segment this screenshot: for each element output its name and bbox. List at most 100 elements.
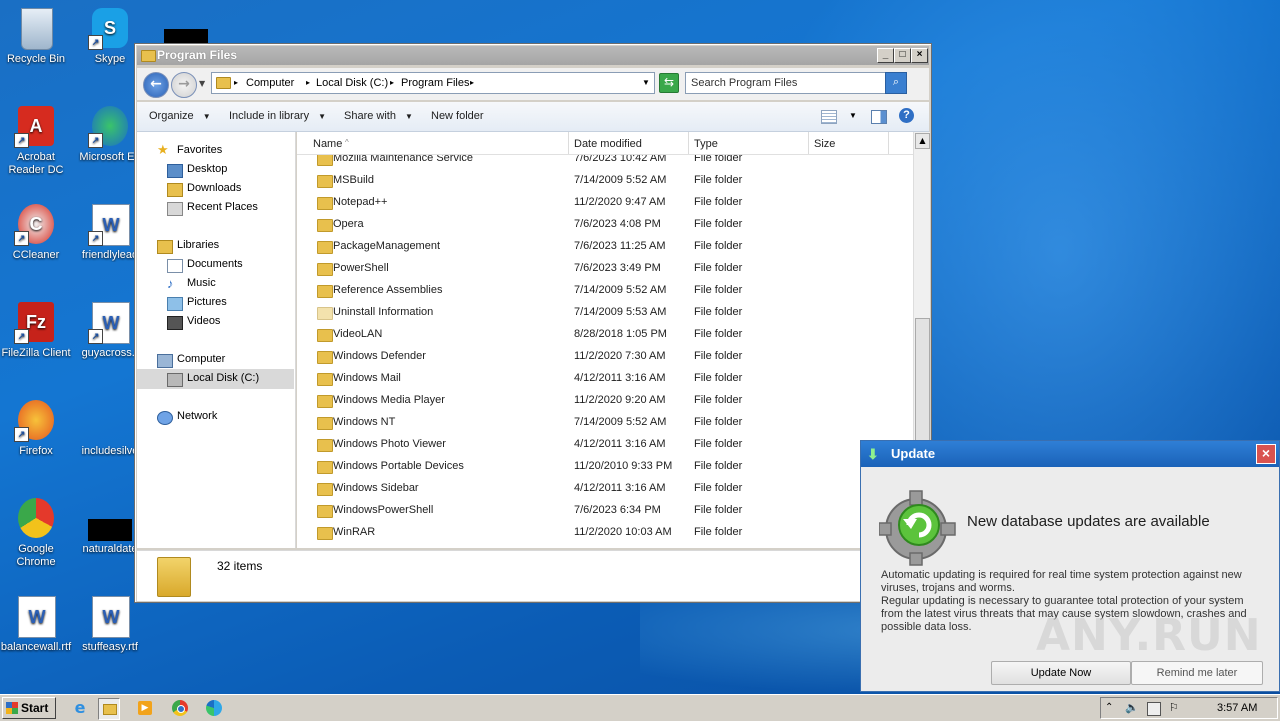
nav-pictures[interactable]: Pictures xyxy=(187,296,227,308)
nav-videos[interactable]: Videos xyxy=(187,315,220,327)
balancewall-glyph: W xyxy=(18,596,56,638)
new-folder-button[interactable]: New folder xyxy=(431,110,484,122)
nav-libraries[interactable]: Libraries xyxy=(177,239,219,251)
nav-music[interactable]: Music xyxy=(187,277,216,289)
scroll-up-button[interactable]: ▲ xyxy=(915,133,930,149)
flag-icon[interactable]: ⚐ xyxy=(1169,698,1179,718)
desktop-icon-ccleaner[interactable]: C ↗ CCleaner xyxy=(0,202,72,262)
maximize-button[interactable]: □ xyxy=(894,48,911,63)
column-divider[interactable] xyxy=(688,132,689,154)
cell-name: PackageManagement xyxy=(333,240,441,252)
view-dropdown-icon[interactable]: ▼ xyxy=(849,111,857,120)
view-options-icon[interactable] xyxy=(821,110,837,124)
column-divider[interactable] xyxy=(808,132,809,154)
edge-icon[interactable] xyxy=(204,698,224,718)
firefox-icon: ↗ xyxy=(14,398,58,442)
nav-local-disk[interactable]: Local Disk (C:) xyxy=(187,372,259,384)
table-row[interactable]: Windows Mail 4/12/2011 3:16 AM File folder xyxy=(297,368,913,390)
refresh-icon[interactable]: ⇆ xyxy=(659,73,679,93)
table-row[interactable]: MSBuild 7/14/2009 5:52 AM File folder xyxy=(297,170,913,192)
back-button[interactable]: ← xyxy=(143,72,169,98)
folder-icon xyxy=(317,307,333,320)
play-icon: ▶ xyxy=(138,701,152,715)
desktop-icon-label: balancewall.rtf xyxy=(0,641,72,653)
desktop-icon-acrobat-reader[interactable]: A ↗ Acrobat Reader DC xyxy=(0,104,72,177)
folder-icon xyxy=(216,77,231,89)
column-name[interactable]: Name xyxy=(313,138,342,150)
column-size[interactable]: Size xyxy=(814,138,835,150)
watermark: ANY.RUN xyxy=(1036,610,1262,661)
nav-recent-places[interactable]: Recent Places xyxy=(187,201,258,213)
table-row[interactable]: Windows Sidebar 4/12/2011 3:16 AM File fol… xyxy=(297,478,913,500)
cell-name: Opera xyxy=(333,218,364,230)
table-row[interactable]: Uninstall Information 7/14/2009 5:53 AM Fi… xyxy=(297,302,913,324)
desktop-icon-label: FileZilla Client xyxy=(1,347,71,359)
nav-desktop[interactable]: Desktop xyxy=(187,163,227,175)
share-with-menu[interactable]: Share with ▼ xyxy=(344,110,413,122)
chevron-icon: ▸ xyxy=(470,78,475,87)
breadcrumb-program-files[interactable]: Program Files xyxy=(401,73,469,93)
desktop-icon-stuffeasy[interactable]: Wstuffeasy.rtf xyxy=(74,594,146,654)
column-divider[interactable] xyxy=(568,132,569,154)
table-row[interactable]: PowerShell 7/6/2023 3:49 PM File folder xyxy=(297,258,913,280)
include-in-library-menu[interactable]: Include in library ▼ xyxy=(229,110,326,122)
search-icon[interactable]: ⌕ xyxy=(885,72,907,94)
table-row[interactable]: Reference Assemblies 7/14/2009 5:52 AM Fil… xyxy=(297,280,913,302)
cell-type: File folder xyxy=(694,196,743,208)
table-row[interactable]: PackageManagement 7/6/2023 11:25 AM File f… xyxy=(297,236,913,258)
address-bar[interactable]: ▸ Computer ▸ Local Disk (C:) ▸ Program F… xyxy=(211,72,655,94)
desktop-icon-filezilla[interactable]: Fz ↗ FileZilla Client xyxy=(0,300,72,360)
cell-type: File folder xyxy=(694,328,743,340)
table-row[interactable]: Windows NT 7/14/2009 5:52 AM File folder xyxy=(297,412,913,434)
history-dropdown-icon[interactable]: ▼ xyxy=(199,79,205,88)
cell-type: File folder xyxy=(694,460,743,472)
explorer-taskbar-button[interactable] xyxy=(98,698,120,720)
nav-favorites[interactable]: Favorites xyxy=(177,144,222,156)
desktop-icon-recycle-bin[interactable]: Recycle Bin xyxy=(0,6,72,66)
remind-later-button[interactable]: Remind me later xyxy=(1131,661,1263,685)
breadcrumb-local-disk[interactable]: Local Disk (C:) xyxy=(316,73,388,93)
table-row[interactable]: WinRAR 11/2/2020 10:03 AM File folder xyxy=(297,522,913,544)
cell-date: 4/12/2011 3:16 AM xyxy=(574,482,666,494)
popup-close-button[interactable]: × xyxy=(1256,444,1276,464)
nav-downloads[interactable]: Downloads xyxy=(187,182,241,194)
desktop-icon-firefox[interactable]: ↗ Firefox xyxy=(0,398,72,458)
table-row[interactable]: Notepad++ 11/2/2020 9:47 AM File folder xyxy=(297,192,913,214)
search-input[interactable]: Search Program Files ⌕ xyxy=(685,72,907,94)
media-player-icon[interactable]: ▶ xyxy=(136,698,156,718)
preview-pane-icon[interactable] xyxy=(871,110,887,124)
address-dropdown-icon[interactable]: ▼ xyxy=(642,73,650,93)
table-row[interactable]: Windows Portable Devices 11/20/2010 9:33 … xyxy=(297,456,913,478)
cell-name: Windows Mail xyxy=(333,372,401,384)
forward-button[interactable]: → xyxy=(171,72,197,98)
update-now-button[interactable]: Update Now xyxy=(991,661,1131,685)
column-divider[interactable] xyxy=(888,132,889,154)
table-row[interactable]: Opera 7/6/2023 4:08 PM File folder xyxy=(297,214,913,236)
folder-icon xyxy=(317,351,333,364)
desktop-icon-balancewall[interactable]: Wbalancewall.rtf xyxy=(0,594,72,654)
minimize-button[interactable]: _ xyxy=(877,48,894,63)
title-bar[interactable]: Program Files _ □ × xyxy=(137,46,929,65)
nav-documents[interactable]: Documents xyxy=(187,258,243,270)
nav-computer[interactable]: Computer xyxy=(177,353,225,365)
help-icon[interactable]: ? xyxy=(899,108,914,123)
table-row[interactable]: Windows Defender 11/2/2020 7:30 AM File fo… xyxy=(297,346,913,368)
close-button[interactable]: × xyxy=(911,48,928,63)
column-date[interactable]: Date modified xyxy=(574,138,642,150)
table-row[interactable]: Windows Photo Viewer 4/12/2011 3:16 AM Fil… xyxy=(297,434,913,456)
desktop-icon-google-chrome[interactable]: Google Chrome xyxy=(0,496,72,569)
column-type[interactable]: Type xyxy=(694,138,718,150)
show-hidden-icons-icon[interactable]: ⌃ xyxy=(1105,698,1113,718)
breadcrumb-computer[interactable]: Computer xyxy=(246,73,294,93)
network-tray-icon[interactable] xyxy=(1147,702,1161,716)
table-row[interactable]: WindowsPowerShell 7/6/2023 6:34 PM File fo… xyxy=(297,500,913,522)
table-row[interactable]: Windows Media Player 11/2/2020 9:20 AM Fil… xyxy=(297,390,913,412)
chrome-icon[interactable] xyxy=(170,698,190,718)
table-row[interactable]: VideoLAN 8/28/2018 1:05 PM File folder xyxy=(297,324,913,346)
clock[interactable]: 3:57 AM xyxy=(1217,698,1257,718)
internet-explorer-icon[interactable]: e xyxy=(70,698,90,718)
volume-icon[interactable]: 🔈 xyxy=(1125,698,1139,718)
start-button[interactable]: Start xyxy=(2,697,56,719)
organize-menu[interactable]: Organize ▼ xyxy=(149,110,211,122)
nav-network[interactable]: Network xyxy=(177,410,217,422)
